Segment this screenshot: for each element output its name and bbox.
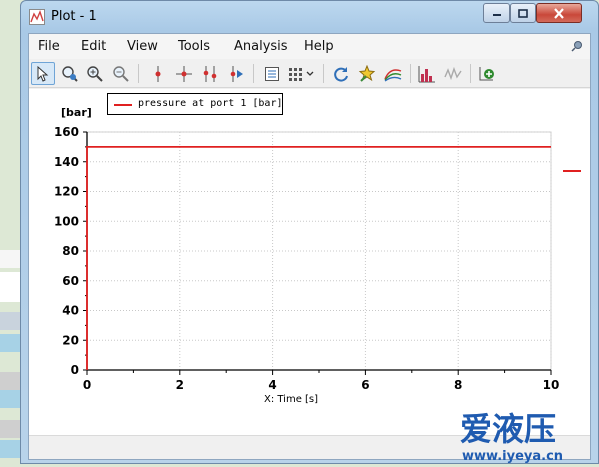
toolbar-separator bbox=[470, 64, 471, 83]
x-axis-title: X: Time [s] bbox=[264, 394, 318, 405]
menu-edit[interactable]: Edit bbox=[81, 39, 106, 54]
zoom-in-button[interactable] bbox=[83, 62, 107, 85]
watermark-logo: 爱液压 www.iyeya.cn bbox=[460, 410, 563, 464]
histogram-icon bbox=[418, 65, 435, 82]
svg-text:爱液压: 爱液压 bbox=[460, 410, 556, 448]
background-row bbox=[0, 250, 22, 268]
toolbar-separator bbox=[253, 64, 254, 83]
minimize-icon bbox=[492, 14, 501, 16]
pointer-tool-button[interactable] bbox=[31, 62, 55, 85]
refresh-button[interactable] bbox=[329, 62, 353, 85]
legend-series-swatch bbox=[114, 104, 132, 106]
data-table-button[interactable] bbox=[260, 62, 284, 85]
crosshair-button[interactable] bbox=[172, 62, 196, 85]
y-tick-label: 20 bbox=[62, 333, 79, 347]
pointer-icon bbox=[37, 65, 49, 82]
close-button[interactable] bbox=[536, 3, 582, 23]
zoom-fit-icon bbox=[62, 65, 78, 82]
add-plot-button[interactable] bbox=[475, 62, 499, 85]
y-tick-label: 120 bbox=[54, 185, 79, 199]
grid-layout-icon bbox=[289, 67, 314, 81]
background-row bbox=[0, 272, 22, 302]
plot-area-frame bbox=[86, 131, 552, 371]
histogram-button[interactable] bbox=[415, 62, 439, 85]
y-unit-label: [bar] bbox=[61, 106, 92, 119]
window-title: Plot - 1 bbox=[51, 9, 97, 24]
x-tick-label: 2 bbox=[176, 378, 184, 392]
background-row bbox=[0, 420, 22, 438]
marker-play-icon bbox=[230, 65, 243, 82]
maximize-button[interactable] bbox=[510, 3, 536, 23]
marker-icon bbox=[155, 65, 161, 82]
maximize-icon bbox=[518, 8, 528, 18]
plot-app-icon bbox=[29, 9, 45, 25]
x-tick-label: 0 bbox=[83, 378, 91, 392]
zoom-in-icon bbox=[87, 65, 103, 82]
zoom-out-icon bbox=[113, 65, 129, 82]
curves-button[interactable] bbox=[381, 62, 405, 85]
close-icon bbox=[554, 7, 564, 19]
menu-bar: File Edit View Tools Analysis Help bbox=[29, 34, 590, 59]
y-tick-label: 160 bbox=[54, 125, 79, 139]
y-tick-label: 140 bbox=[54, 155, 79, 169]
add-plot-icon bbox=[479, 66, 494, 80]
title-bar[interactable]: Plot - 1 bbox=[21, 1, 598, 33]
plot-window: Plot - 1 File Edit View Tools Analysis H… bbox=[20, 0, 599, 464]
x-tick-label: 8 bbox=[454, 378, 462, 392]
x-tick-label: 4 bbox=[268, 378, 276, 392]
curves-icon bbox=[384, 68, 402, 82]
toolbar-separator bbox=[410, 64, 411, 83]
x-tick-label: 10 bbox=[543, 378, 560, 392]
markers-pair-icon bbox=[203, 65, 217, 82]
minimize-button[interactable] bbox=[483, 3, 510, 23]
toolbar-separator bbox=[138, 64, 139, 83]
toolbar-separator bbox=[323, 64, 324, 83]
y-tick-label: 100 bbox=[54, 214, 79, 228]
menu-analysis[interactable]: Analysis bbox=[234, 39, 288, 54]
y-tick-label: 0 bbox=[71, 363, 79, 377]
pin-star-button[interactable] bbox=[355, 62, 379, 85]
svg-text:www.iyeya.cn: www.iyeya.cn bbox=[462, 449, 563, 464]
marker-button[interactable] bbox=[146, 62, 170, 85]
background-row bbox=[0, 372, 22, 390]
x-tick-label: 6 bbox=[361, 378, 369, 392]
background-row bbox=[0, 334, 22, 352]
y-tick-label: 40 bbox=[62, 304, 79, 318]
menu-help[interactable]: Help bbox=[304, 39, 334, 54]
series-line bbox=[86, 145, 551, 370]
marker-play-button[interactable] bbox=[224, 62, 248, 85]
background-row bbox=[0, 312, 22, 330]
chart-canvas: 0 20 40 60 80 100 120 140 160 0 2 4 6 8 10 X: Time [s] bbox=[54, 125, 560, 405]
chart-legend[interactable]: pressure at port 1 [bar] bbox=[107, 93, 283, 115]
series-side-marker bbox=[563, 170, 581, 172]
grid-layout-dropdown[interactable] bbox=[286, 62, 318, 85]
menu-view[interactable]: View bbox=[127, 39, 158, 54]
waveform-button[interactable] bbox=[441, 62, 465, 85]
pin-icon[interactable] bbox=[570, 39, 584, 53]
markers-pair-button[interactable] bbox=[198, 62, 222, 85]
window-client-area: File Edit View Tools Analysis Help [bar]… bbox=[28, 33, 591, 460]
plot-pane[interactable]: [bar] pressure at port 1 [bar] 0 20 40 60 80… bbox=[29, 89, 590, 435]
zoom-fit-button[interactable] bbox=[58, 62, 82, 85]
background-row bbox=[0, 390, 22, 408]
y-tick-label: 80 bbox=[62, 244, 79, 258]
legend-series-label: pressure at port 1 [bar] bbox=[138, 98, 283, 109]
data-table-icon bbox=[265, 66, 279, 81]
menu-tools[interactable]: Tools bbox=[178, 39, 210, 54]
waveform-icon bbox=[444, 66, 462, 80]
y-tick-label: 60 bbox=[62, 274, 79, 288]
refresh-icon bbox=[334, 66, 348, 82]
background-row bbox=[0, 440, 22, 458]
toolbar bbox=[29, 59, 590, 88]
pin-star-icon bbox=[358, 64, 376, 82]
crosshair-icon bbox=[176, 65, 192, 82]
menu-file[interactable]: File bbox=[38, 39, 60, 54]
zoom-out-button[interactable] bbox=[109, 62, 133, 85]
